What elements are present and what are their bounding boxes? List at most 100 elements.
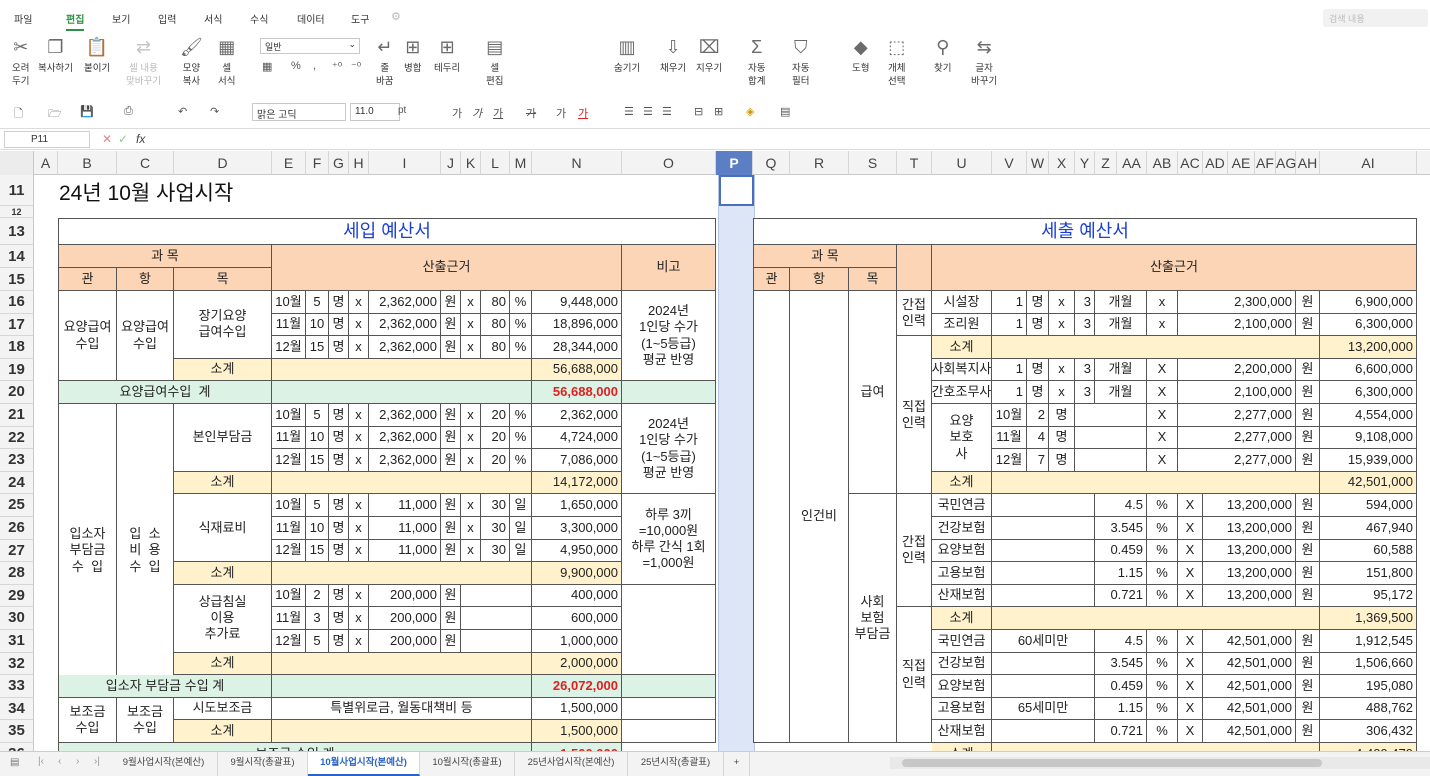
cell-U17[interactable]: 조리원 <box>932 313 992 337</box>
cell-W17[interactable]: 명 <box>1027 313 1049 337</box>
cell-AB35[interactable]: % <box>1147 720 1178 743</box>
row-header-11[interactable]: 11 <box>0 175 34 206</box>
cell-D21-D23[interactable]: 본인부담금 <box>174 404 272 472</box>
cell-AC20-AG20[interactable]: 2,100,000 <box>1178 381 1296 404</box>
row-header-28[interactable]: 28 <box>0 562 34 585</box>
cell-J25[interactable]: 원 <box>441 494 461 517</box>
cell-AC34[interactable]: X <box>1178 697 1203 721</box>
cell-M18[interactable]: % <box>510 336 532 359</box>
cell-U20[interactable]: 간호조무사 <box>932 381 992 404</box>
cell-AH35[interactable]: 원 <box>1296 720 1320 743</box>
cell-F16[interactable]: 5 <box>306 291 329 314</box>
cell-H29[interactable]: x <box>349 584 369 608</box>
menu-2[interactable]: 보기 <box>112 11 130 26</box>
cell-AD35-AG35[interactable]: 42,501,000 <box>1203 720 1296 743</box>
cell-AI35[interactable]: 306,432 <box>1320 720 1417 743</box>
cell-AD27-AG27[interactable]: 13,200,000 <box>1203 539 1296 563</box>
cell-Z31-AA31[interactable]: 4.5 <box>1095 630 1147 653</box>
row-header-21[interactable]: 21 <box>0 404 34 427</box>
column-header-Q[interactable]: Q <box>753 151 790 175</box>
cell-AD29-AG29[interactable]: 13,200,000 <box>1203 584 1296 608</box>
cell-J31[interactable]: 원 <box>441 630 461 653</box>
column-header-W[interactable]: W <box>1027 151 1049 175</box>
cell-G26[interactable]: 명 <box>329 517 349 540</box>
cell-AI25[interactable]: 594,000 <box>1320 494 1417 517</box>
row-header-12[interactable]: 12 <box>0 206 34 218</box>
expense-blank-header[interactable] <box>897 245 932 291</box>
cell-AI23[interactable]: 15,939,000 <box>1320 449 1417 472</box>
column-header-AI[interactable]: AI <box>1320 151 1417 175</box>
cell-R16-R35[interactable]: 인건비 <box>790 291 849 743</box>
cell-U26[interactable]: 건강보험 <box>932 517 992 540</box>
column-header-AC[interactable]: AC <box>1178 151 1203 175</box>
cell-I31[interactable]: 200,000 <box>369 630 441 653</box>
column-header-N[interactable]: N <box>532 151 622 175</box>
column-header-F[interactable]: F <box>306 151 329 175</box>
cell-AH22[interactable]: 원 <box>1296 426 1320 450</box>
cell-X19[interactable]: x <box>1049 358 1075 382</box>
cell-G23[interactable]: 명 <box>329 449 349 472</box>
cell-Z32-AA32[interactable]: 3.545 <box>1095 652 1147 676</box>
cell-N24[interactable]: 14,172,000 <box>532 471 622 495</box>
autofilter-button[interactable]: ⛉ 자동 필터 <box>792 36 809 88</box>
cell-D28[interactable]: 소계 <box>174 562 272 585</box>
row-header-14[interactable]: 14 <box>0 245 34 268</box>
row-header-19[interactable]: 19 <box>0 358 34 382</box>
cell-G30[interactable]: 명 <box>329 607 349 630</box>
align-center-icon[interactable]: ☰ <box>643 105 653 118</box>
cell-H30[interactable]: x <box>349 607 369 630</box>
cell-K25[interactable]: x <box>461 494 481 517</box>
number-format-select[interactable]: 일반 ⌄ <box>260 38 360 54</box>
cell-AC26[interactable]: X <box>1178 517 1203 540</box>
cell-I22[interactable]: 2,362,000 <box>369 426 441 450</box>
cell-O21-O24[interactable]: 2024년 1인당 수가 (1~5등급) 평균 반영 <box>622 404 716 495</box>
cell-edit-button[interactable]: ▤ 셀 편집 <box>486 36 503 88</box>
cell-C34-C35[interactable]: 보조금 수입 <box>117 697 174 743</box>
cell-N23[interactable]: 7,086,000 <box>532 449 622 472</box>
cell-AC25[interactable]: X <box>1178 494 1203 517</box>
menu-0[interactable]: 파일 <box>14 11 32 26</box>
cell-F18[interactable]: 15 <box>306 336 329 359</box>
cell-AH20[interactable]: 원 <box>1296 381 1320 404</box>
cell-V29-Y29[interactable] <box>992 584 1095 608</box>
cell-AI20[interactable]: 6,300,000 <box>1320 381 1417 404</box>
cell-L22[interactable]: 20 <box>481 426 510 450</box>
new-file-icon[interactable]: 🗋 <box>14 105 23 124</box>
cell-H16[interactable]: x <box>349 291 369 314</box>
cell-U24[interactable]: 소계 <box>932 471 992 495</box>
column-header-T[interactable]: T <box>897 151 932 175</box>
cell-Y22-AA22[interactable] <box>1075 426 1147 450</box>
row-header-33[interactable]: 33 <box>0 675 34 698</box>
cell-AH17[interactable]: 원 <box>1296 313 1320 337</box>
column-header-P[interactable]: P <box>716 151 753 175</box>
cell-U32[interactable]: 건강보험 <box>932 652 992 676</box>
cell-AD25-AG25[interactable]: 13,200,000 <box>1203 494 1296 517</box>
column-header-J[interactable]: J <box>441 151 461 175</box>
cell-AC33[interactable]: X <box>1178 675 1203 698</box>
hide-button[interactable]: ▥ 숨기기 <box>614 36 640 75</box>
cell-E30[interactable]: 11월 <box>272 607 306 630</box>
cell-D24[interactable]: 소계 <box>174 471 272 495</box>
row-header-31[interactable]: 31 <box>0 630 34 653</box>
cell-O29-O32[interactable] <box>622 584 716 676</box>
highlight-icon[interactable]: ◈ <box>746 105 754 118</box>
cell-V36-AH36[interactable] <box>992 743 1320 751</box>
cell-V33-Y33[interactable] <box>992 675 1095 698</box>
cell-K27[interactable]: x <box>461 539 481 563</box>
cell-E28-M28[interactable] <box>272 562 532 585</box>
sheet-tab-2[interactable]: 10월사업시작(본예산) <box>308 752 420 776</box>
cell-J18[interactable]: 원 <box>441 336 461 359</box>
income-heading[interactable]: 세입 예산서 <box>58 218 716 245</box>
cell-V18-AH18[interactable] <box>992 336 1320 359</box>
replace-button[interactable]: ⇆ 글자 바꾸기 <box>971 36 997 88</box>
cell-F25[interactable]: 5 <box>306 494 329 517</box>
cell-W21[interactable]: 2 <box>1027 404 1049 427</box>
cell-AI16[interactable]: 6,900,000 <box>1320 291 1417 314</box>
income-mok-header[interactable]: 목 <box>174 268 272 291</box>
cell-AI17[interactable]: 6,300,000 <box>1320 313 1417 337</box>
cell-V16[interactable]: 1 <box>992 291 1027 314</box>
cell-Z25-AA25[interactable]: 4.5 <box>1095 494 1147 517</box>
cell-D19[interactable]: 소계 <box>174 358 272 382</box>
row-header-34[interactable]: 34 <box>0 697 34 721</box>
cell-AB27[interactable]: % <box>1147 539 1178 563</box>
